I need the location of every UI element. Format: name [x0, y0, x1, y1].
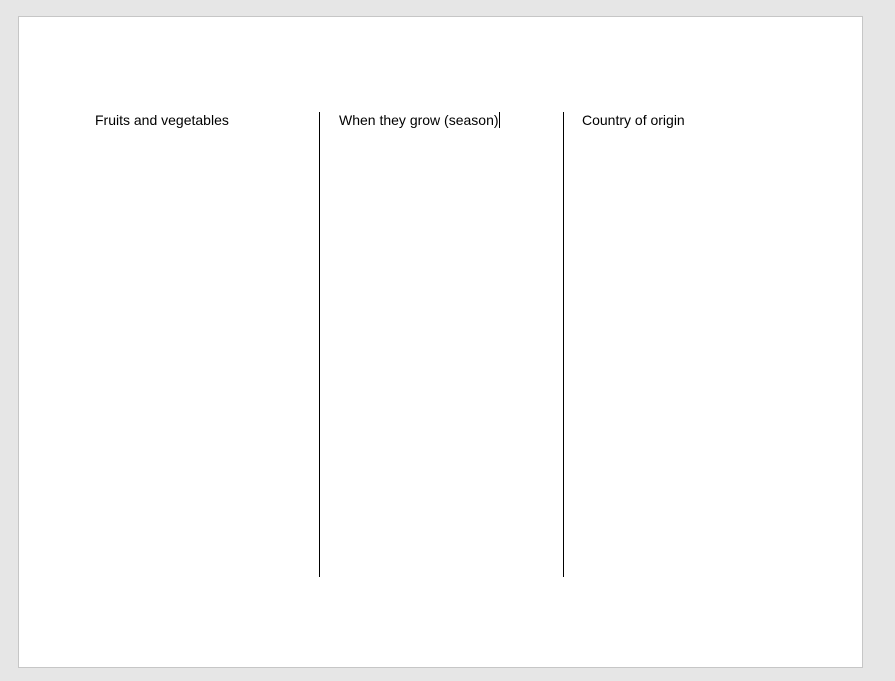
document-page[interactable]: Fruits and vegetables When they grow (se… — [18, 16, 863, 668]
column-heading-country-of-origin[interactable]: Country of origin — [582, 112, 685, 128]
column-heading-season-wrapper[interactable]: When they grow (season) — [339, 112, 500, 128]
column-divider — [563, 112, 564, 577]
column-heading-fruits-and-vegetables[interactable]: Fruits and vegetables — [95, 112, 229, 128]
column-divider — [319, 112, 320, 577]
column-heading-season[interactable]: When they grow (season) — [339, 112, 499, 128]
text-cursor — [498, 112, 500, 128]
